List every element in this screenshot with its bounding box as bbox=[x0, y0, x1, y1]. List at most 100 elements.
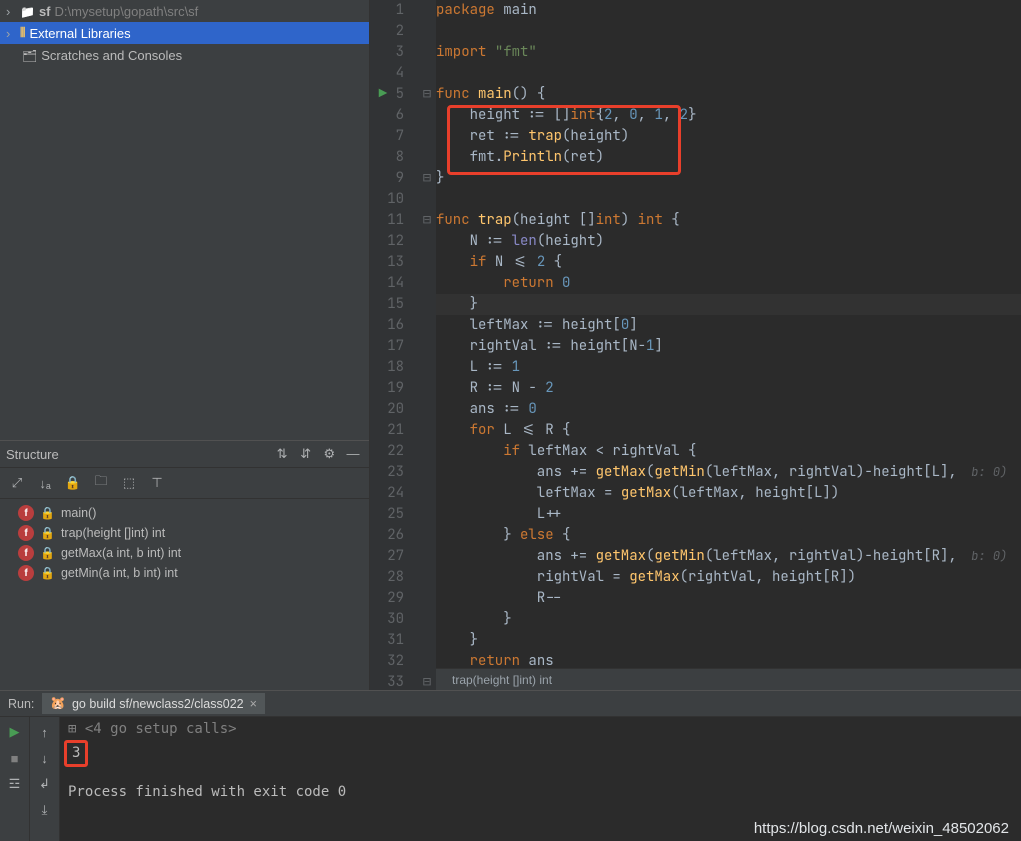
code-line[interactable]: } bbox=[436, 630, 1021, 651]
run-line-icon[interactable]: ▶ bbox=[379, 85, 387, 103]
code-line[interactable]: if N <= 2 { bbox=[436, 252, 1021, 273]
code-line[interactable]: } else { bbox=[436, 525, 1021, 546]
console-output[interactable]: ⊞ <4 go setup calls> 3 Process finished … bbox=[60, 717, 1021, 841]
up-icon[interactable]: ↑ bbox=[36, 723, 54, 741]
code-line[interactable]: import "fmt" bbox=[436, 42, 1021, 63]
structure-list[interactable]: f 🔒 main() f🔒trap(height []int) intf🔒getMax… bbox=[0, 499, 369, 690]
file-icon[interactable]: 🗀 bbox=[92, 474, 110, 492]
structure-item-label: main() bbox=[61, 506, 96, 520]
fold-toggle[interactable]: ⊟ bbox=[418, 168, 436, 189]
navigate-icon[interactable]: ⬚ bbox=[120, 474, 138, 492]
code-line[interactable]: L++ bbox=[436, 504, 1021, 525]
console-output-value: 3 bbox=[64, 740, 88, 767]
code-line[interactable]: } bbox=[436, 609, 1021, 630]
structure-item-label: getMin(a int, b int) int bbox=[61, 566, 178, 580]
code-line[interactable]: N := len(height) bbox=[436, 231, 1021, 252]
code-line[interactable]: R-- bbox=[436, 588, 1021, 609]
fold-toggle bbox=[418, 546, 436, 567]
close-icon[interactable]: × bbox=[250, 697, 257, 711]
project-root-path: D:\mysetup\gopath\src\sf bbox=[55, 4, 199, 19]
sort-alpha-icon[interactable]: ↓ₐ bbox=[36, 474, 54, 492]
fold-toggle bbox=[418, 21, 436, 42]
run-icon[interactable]: ▶ bbox=[6, 723, 24, 741]
fold-toggle[interactable]: ⊟ bbox=[418, 210, 436, 231]
chevron-right-icon: › bbox=[6, 4, 16, 19]
code-line[interactable]: ret := trap(height) bbox=[436, 126, 1021, 147]
code-line[interactable]: leftMax := height[0] bbox=[436, 315, 1021, 336]
sort-icon[interactable]: ⇅ bbox=[272, 445, 292, 463]
editor-fold-column[interactable]: ⊟ ⊟ ⊟ ⊟ bbox=[418, 0, 436, 690]
structure-item[interactable]: f🔒trap(height []int) int bbox=[0, 523, 369, 543]
minimize-icon[interactable]: — bbox=[343, 445, 363, 463]
lock-icon[interactable]: 🔒 bbox=[64, 474, 82, 492]
structure-item-label: getMax(a int, b int) int bbox=[61, 546, 181, 560]
code-line[interactable]: leftMax = getMax(leftMax, height[L]) bbox=[436, 483, 1021, 504]
fold-toggle bbox=[418, 651, 436, 672]
fold-toggle bbox=[418, 483, 436, 504]
stop-icon[interactable]: ■ bbox=[6, 749, 24, 767]
go-icon: 🐹 bbox=[50, 696, 66, 711]
external-libs-label: External Libraries bbox=[29, 26, 130, 41]
fold-toggle bbox=[418, 441, 436, 462]
structure-item[interactable]: f🔒main() bbox=[0, 503, 369, 523]
code-line[interactable]: R := N - 2 bbox=[436, 378, 1021, 399]
down-icon[interactable]: ↓ bbox=[36, 749, 54, 767]
code-line[interactable]: height := []int{2, 0, 1, 2} bbox=[436, 105, 1021, 126]
function-badge-icon: f bbox=[18, 565, 34, 581]
code-line[interactable] bbox=[436, 189, 1021, 210]
project-tree[interactable]: › sf D:\mysetup\gopath\src\sf › External… bbox=[0, 0, 369, 440]
console-exit-line: Process finished with exit code 0 bbox=[68, 782, 1013, 803]
scratches-label: Scratches and Consoles bbox=[41, 48, 182, 63]
editor-code-area[interactable]: package main import "fmt" func main() { he… bbox=[436, 0, 1021, 690]
expand-icon[interactable]: ⤢ bbox=[8, 474, 26, 492]
code-line[interactable] bbox=[436, 21, 1021, 42]
code-line[interactable]: if leftMax < rightVal { bbox=[436, 441, 1021, 462]
structure-item[interactable]: f🔒getMin(a int, b int) int bbox=[0, 563, 369, 583]
run-toolbar-left: ▶ ■ ☲ bbox=[0, 717, 30, 841]
run-panel-header: Run: 🐹 go build sf/newclass2/class022 × bbox=[0, 691, 1021, 717]
editor-gutter[interactable]: 1234▶ 5678910111213141516171819202122232… bbox=[370, 0, 418, 690]
fold-toggle bbox=[418, 504, 436, 525]
structure-item[interactable]: f🔒getMax(a int, b int) int bbox=[0, 543, 369, 563]
run-config-tab[interactable]: 🐹 go build sf/newclass2/class022 × bbox=[42, 693, 265, 714]
code-line[interactable]: func trap(height []int) int { bbox=[436, 210, 1021, 231]
code-line[interactable]: for L <= R { bbox=[436, 420, 1021, 441]
code-line[interactable]: } bbox=[436, 168, 1021, 189]
tree-icon[interactable]: ⊤ bbox=[148, 474, 166, 492]
code-line[interactable]: func main() { bbox=[436, 84, 1021, 105]
fold-toggle bbox=[418, 630, 436, 651]
code-line[interactable]: rightVal := height[N-1] bbox=[436, 336, 1021, 357]
layout-icon[interactable]: ☲ bbox=[6, 775, 24, 793]
fold-toggle bbox=[418, 336, 436, 357]
breadcrumb[interactable]: trap(height []int) int bbox=[436, 668, 1021, 690]
external-libraries-row[interactable]: › External Libraries bbox=[0, 22, 369, 44]
code-line[interactable]: L := 1 bbox=[436, 357, 1021, 378]
library-icon bbox=[20, 25, 25, 41]
project-root-row[interactable]: › sf D:\mysetup\gopath\src\sf bbox=[0, 0, 369, 22]
structure-item-label: trap(height []int) int bbox=[61, 526, 165, 540]
fold-toggle bbox=[418, 294, 436, 315]
fold-toggle[interactable]: ⊟ bbox=[418, 84, 436, 105]
code-line[interactable]: ans += getMax(getMin(leftMax, rightVal)-… bbox=[436, 462, 1021, 483]
fold-toggle[interactable]: ⊟ bbox=[418, 672, 436, 693]
lock-icon: 🔒 bbox=[40, 506, 55, 520]
wrap-icon[interactable]: ↲ bbox=[36, 775, 54, 793]
code-line[interactable]: ans += getMax(getMin(leftMax, rightVal)-… bbox=[436, 546, 1021, 567]
code-line[interactable]: package main bbox=[436, 0, 1021, 21]
scratches-row[interactable]: Scratches and Consoles bbox=[0, 44, 369, 66]
code-line[interactable] bbox=[436, 63, 1021, 84]
code-line[interactable]: rightVal = getMax(rightVal, height[R]) bbox=[436, 567, 1021, 588]
sort-icon-2[interactable]: ⇵ bbox=[296, 445, 316, 463]
code-editor[interactable]: 1234▶ 5678910111213141516171819202122232… bbox=[370, 0, 1021, 690]
fold-toggle bbox=[418, 252, 436, 273]
console-fold-line[interactable]: ⊞ bbox=[68, 721, 85, 737]
code-line[interactable]: fmt.Println(ret) bbox=[436, 147, 1021, 168]
scroll-icon[interactable]: ⤓ bbox=[36, 801, 54, 819]
code-line[interactable]: ans := 0 bbox=[436, 399, 1021, 420]
code-line[interactable]: } bbox=[436, 294, 1021, 315]
settings-icon[interactable]: ⚙ bbox=[319, 445, 339, 463]
scratches-icon bbox=[22, 48, 37, 63]
code-line[interactable]: return 0 bbox=[436, 273, 1021, 294]
project-root-name: sf bbox=[39, 4, 51, 19]
fold-toggle bbox=[418, 567, 436, 588]
